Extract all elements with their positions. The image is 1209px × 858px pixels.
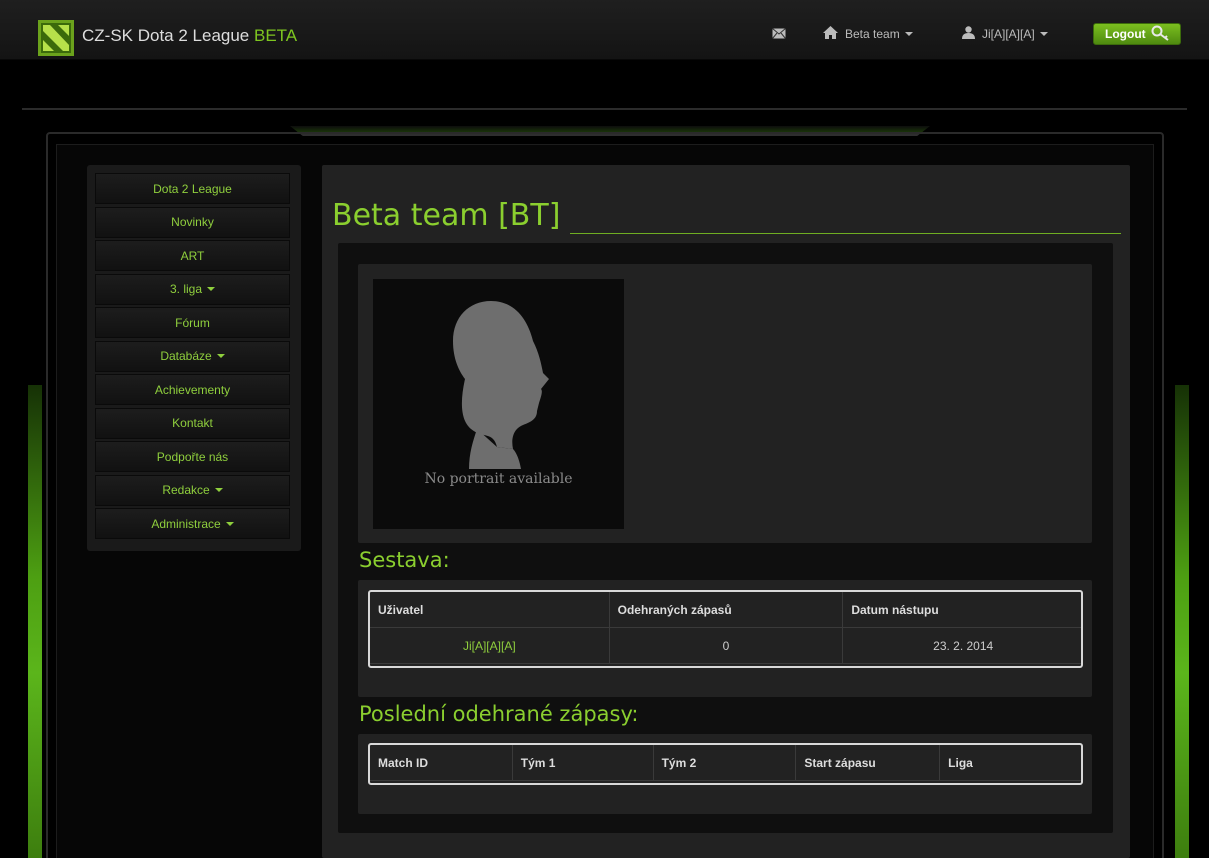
chevron-down-icon [214, 488, 223, 492]
sidebar-item-novinky[interactable]: Novinky [95, 206, 290, 238]
home-icon [823, 26, 838, 42]
title-underline [570, 233, 1121, 234]
mail-icon[interactable] [772, 26, 786, 39]
chevron-down-icon [225, 521, 234, 526]
column-header[interactable]: Match ID [370, 745, 513, 781]
table-row: Ji[A][A][A] 0 23. 2. 2014 [370, 627, 1081, 664]
sidebar-menu: Dota 2 League Novinky ART 3. liga Fórum … [87, 165, 301, 551]
table-header-row: Uživatel Odehraných zápasů Datum nástupu [370, 592, 1081, 628]
chevron-down-icon [904, 32, 913, 36]
team-menu[interactable]: Beta team [823, 26, 913, 42]
portrait-caption: No portrait available [424, 471, 573, 487]
team-menu-label: Beta team [845, 27, 900, 41]
brand[interactable]: CZ-SK Dota 2 League BETA [38, 18, 297, 56]
roster-heading: Sestava: [359, 548, 450, 572]
sidebar-item-achievementy[interactable]: Achievementy [95, 374, 290, 405]
column-header[interactable]: Uživatel [370, 592, 610, 628]
roster-join-date: 23. 2. 2014 [842, 627, 1081, 664]
logout-label: Logout [1105, 27, 1146, 41]
logout-button[interactable]: Logout [1093, 23, 1181, 45]
user-icon [962, 26, 975, 42]
column-header[interactable]: Tým 1 [511, 745, 654, 781]
frame-top-border [22, 108, 1187, 128]
column-header[interactable]: Odehraných zápasů [608, 592, 844, 628]
column-header[interactable]: Datum nástupu [842, 592, 1081, 628]
roster-matches-played: 0 [608, 627, 844, 664]
roster-table: Uživatel Odehraných zápasů Datum nástupu… [368, 590, 1083, 668]
sidebar-item-databaze[interactable]: Databáze [95, 340, 290, 372]
dota-logo-icon [38, 20, 74, 56]
chevron-down-icon [207, 287, 216, 291]
matches-table: Match ID Tým 1 Tým 2 Start zápasu Liga [368, 743, 1083, 785]
chevron-down-icon [1039, 32, 1048, 36]
sidebar-item-podporte-nas[interactable]: Podpořte nás [95, 441, 290, 472]
column-header[interactable]: Tým 2 [652, 745, 797, 781]
table-header-row: Match ID Tým 1 Tým 2 Start zápasu Liga [370, 745, 1081, 781]
column-header[interactable]: Liga [939, 745, 1081, 781]
frame-left-glow [28, 385, 42, 858]
sidebar-item-forum[interactable]: Fórum [95, 307, 290, 338]
sidebar-item-redakce[interactable]: Redakce [95, 474, 290, 506]
key-icon [1146, 25, 1171, 44]
top-navbar: CZ-SK Dota 2 League BETA Beta team Ji[A]… [0, 0, 1209, 60]
sidebar-item-3-liga[interactable]: 3. liga [95, 273, 290, 305]
column-header[interactable]: Start zápasu [795, 745, 941, 781]
sidebar-item-administrace[interactable]: Administrace [95, 508, 290, 539]
frame-right-glow [1175, 385, 1189, 858]
brand-name: CZ-SK Dota 2 League [82, 25, 250, 45]
user-menu-label: Ji[A][A][A] [982, 27, 1035, 41]
silhouette-icon [453, 301, 549, 469]
recent-matches-heading: Poslední odehrané zápasy: [359, 702, 639, 726]
roster-user-link[interactable]: Ji[A][A][A] [370, 627, 610, 664]
chevron-down-icon [216, 354, 225, 358]
page-title: Beta team [BT] [332, 198, 561, 233]
brand-beta-badge: BETA [254, 25, 298, 45]
team-portrait: No portrait available [373, 279, 624, 529]
sidebar-item-art[interactable]: ART [95, 240, 290, 271]
user-menu[interactable]: Ji[A][A][A] [962, 26, 1048, 42]
sidebar-item-dota-2-league[interactable]: Dota 2 League [95, 173, 290, 204]
sidebar-item-kontakt[interactable]: Kontakt [95, 407, 290, 439]
